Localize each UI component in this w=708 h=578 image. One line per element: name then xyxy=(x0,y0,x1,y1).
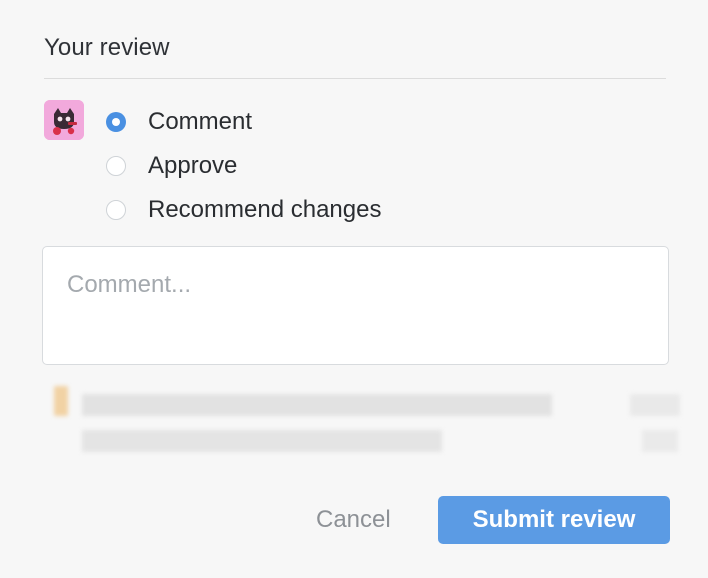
blurred-icon xyxy=(54,386,68,416)
review-title: Your review xyxy=(44,34,170,61)
blurred-line xyxy=(630,394,680,416)
review-type-options: Comment Approve Recommend changes xyxy=(106,100,381,232)
recommend-changes-radio[interactable] xyxy=(106,200,126,220)
option-label: Recommend changes xyxy=(148,196,382,223)
blurred-line xyxy=(82,430,442,452)
blurred-line xyxy=(642,430,678,452)
option-recommend-changes[interactable]: Recommend changes xyxy=(106,188,381,232)
blurred-info-text xyxy=(54,382,684,466)
option-label: Approve xyxy=(148,152,238,179)
avatar xyxy=(44,100,84,140)
octocat-avatar-icon xyxy=(44,100,84,140)
blurred-line xyxy=(82,394,552,416)
comment-input[interactable] xyxy=(42,246,669,365)
submit-review-button[interactable]: Submit review xyxy=(438,496,670,544)
review-panel: Your review Comment Approve Recommend ch… xyxy=(0,0,708,578)
approve-radio[interactable] xyxy=(106,156,126,176)
divider xyxy=(44,78,666,79)
option-comment[interactable]: Comment xyxy=(106,100,381,144)
review-actions: Cancel Submit review xyxy=(0,496,708,544)
option-label: Comment xyxy=(148,108,253,135)
cancel-button[interactable]: Cancel xyxy=(304,502,403,538)
option-approve[interactable]: Approve xyxy=(106,144,381,188)
comment-radio[interactable] xyxy=(106,112,126,132)
